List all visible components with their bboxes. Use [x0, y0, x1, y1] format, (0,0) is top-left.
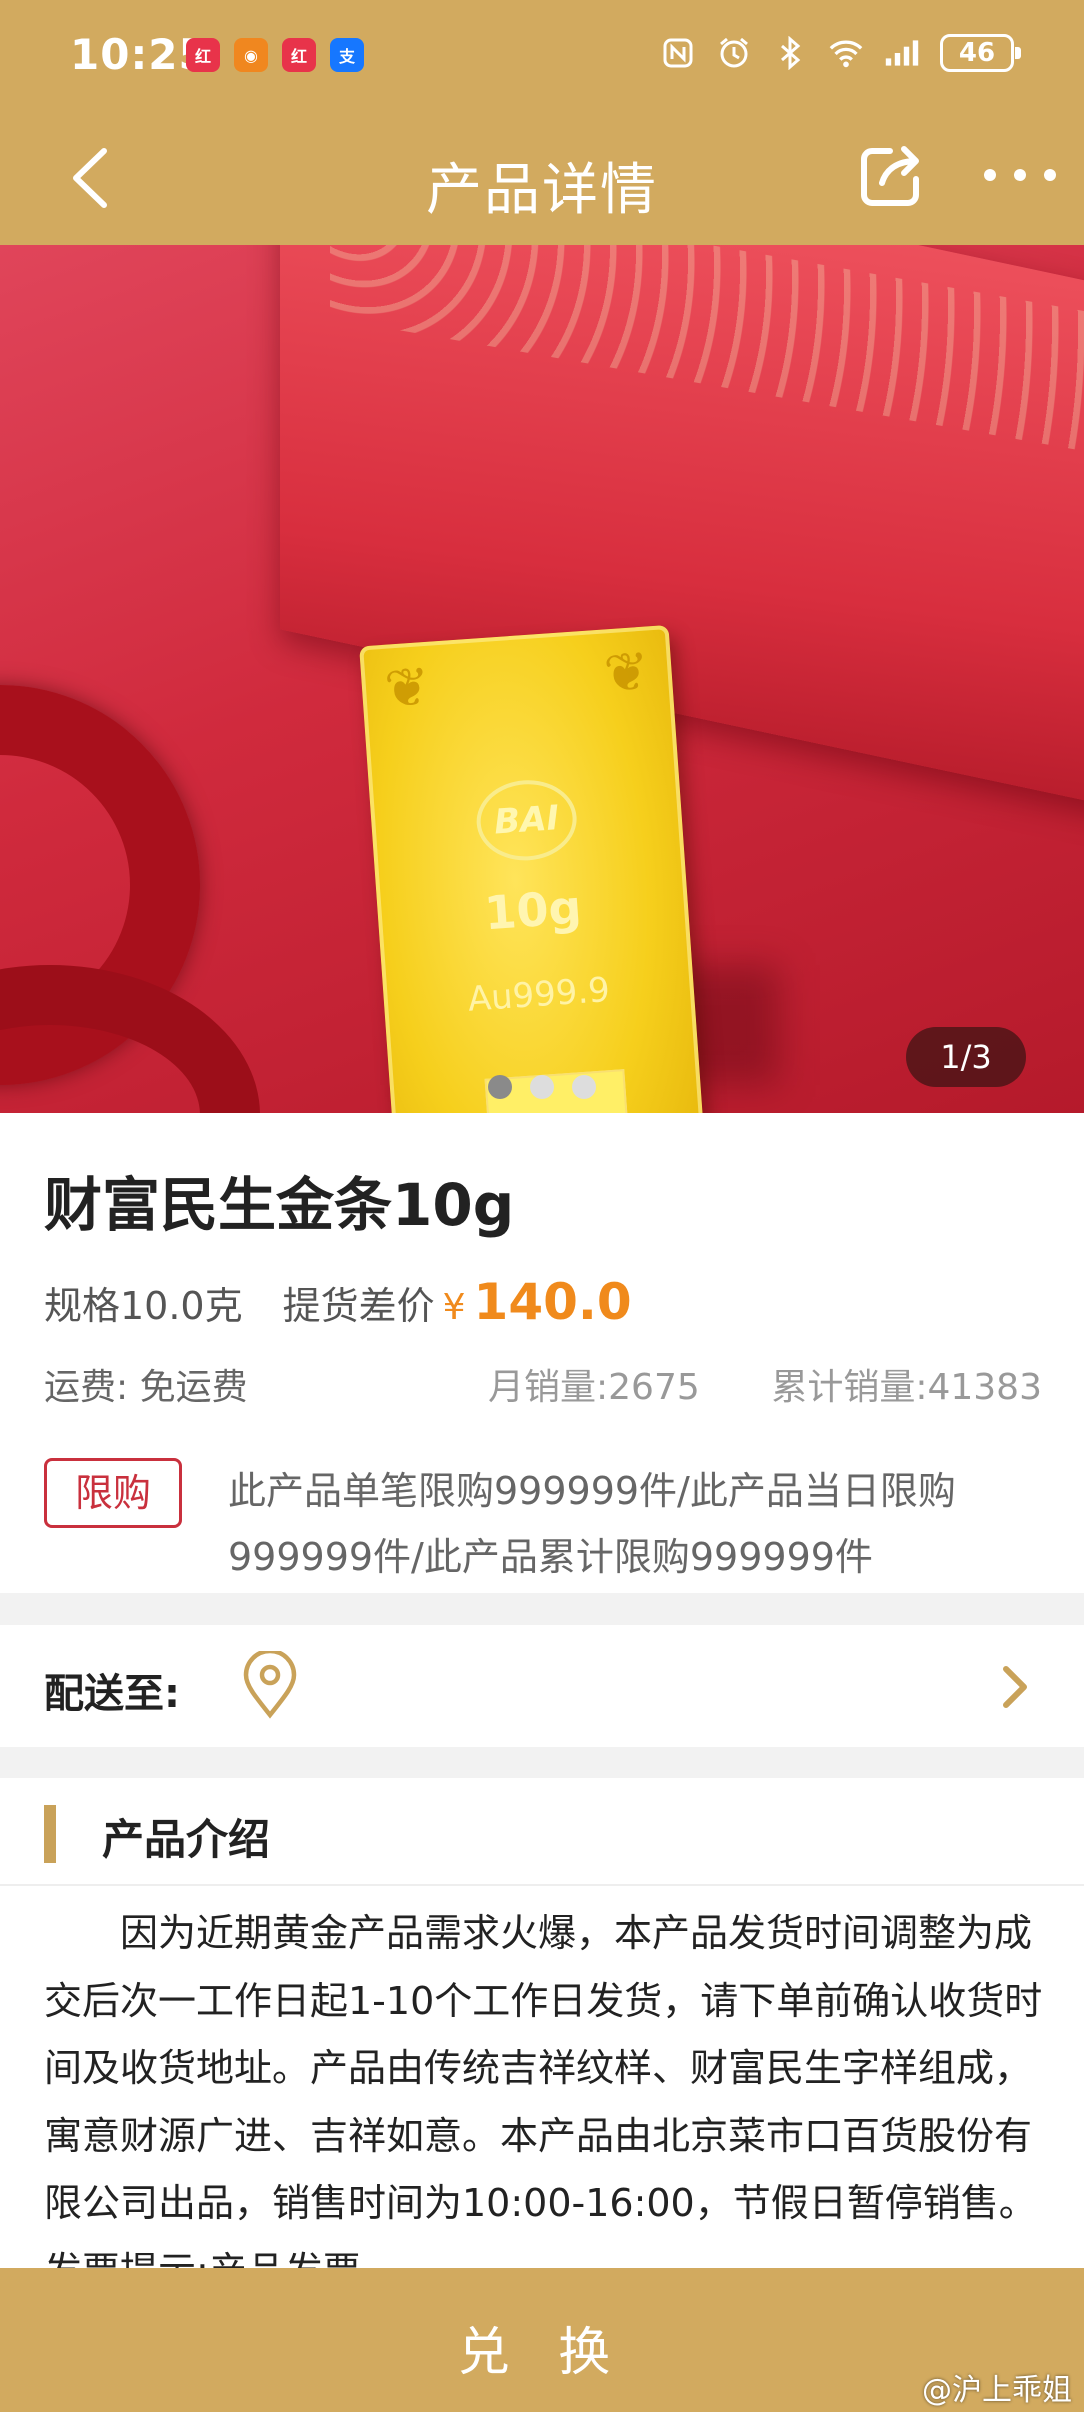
red-felt-decoration	[0, 965, 260, 1113]
more-button[interactable]	[980, 155, 1060, 195]
share-button[interactable]	[852, 139, 928, 215]
intro-body: 因为近期黄金产品需求火爆，本产品发货时间调整为成交后次一工作日起1-10个工作日…	[44, 1911, 1043, 2268]
delivery-label: 配送至:	[44, 1671, 180, 1717]
carousel-dots	[488, 1075, 596, 1099]
system-icons: 46	[660, 34, 1021, 72]
purchase-limit-text: 此产品单笔限购999999件/此产品当日限购999999件/此产品累计限购999…	[228, 1469, 956, 1579]
section-accent-bar	[44, 1805, 56, 1863]
carousel-dot[interactable]	[488, 1075, 512, 1099]
product-image-carousel[interactable]: ❦ ❦ ❦ ❦ BAI 10g Au999.9 1/3	[0, 245, 1084, 1113]
corner-ornament: ❦	[382, 654, 432, 721]
purchase-limit-badge: 限购	[44, 1458, 182, 1528]
more-icon	[984, 169, 1056, 181]
status-bar: 10:25 红 ◉ 红 支 46	[0, 0, 1084, 110]
nav-bar: 产品详情	[0, 115, 1084, 245]
chevron-right-icon	[996, 1663, 1032, 1711]
price-diff-label: 提货差价	[282, 1284, 435, 1328]
signal-icon	[884, 35, 920, 71]
delivery-address-row[interactable]: 配送至:	[0, 1625, 1084, 1747]
notification-apps: 红 ◉ 红 支	[186, 38, 364, 72]
bluetooth-icon	[772, 35, 808, 71]
bar-weight-text: 10g	[482, 879, 584, 941]
corner-ornament: ❦	[601, 639, 652, 706]
intro-title: 产品介绍	[102, 1815, 271, 1864]
intro-header: 产品介绍	[0, 1778, 1084, 1886]
xiaohongshu-app-icon: 红	[186, 38, 220, 72]
alarm-icon	[716, 35, 752, 71]
spec-price-line: 规格10.0克 提货差价 ¥ 140.0	[44, 1273, 632, 1331]
orange-app-icon: ◉	[234, 38, 268, 72]
alipay-icon: 支	[330, 38, 364, 72]
gold-bar-image: ❦ ❦ ❦ ❦ BAI 10g Au999.9	[359, 624, 711, 1113]
shipping-fee: 运费: 免运费	[44, 1367, 248, 1408]
product-info-card: 财富民生金条10g 规格10.0克 提货差价 ¥ 140.0 运费: 免运费 月…	[0, 1113, 1084, 1593]
image-counter: 1/3	[906, 1027, 1026, 1087]
battery-indicator: 46	[940, 34, 1021, 72]
wifi-icon	[828, 35, 864, 71]
bar-purity-text: Au999.9	[466, 969, 612, 1020]
location-pin-icon	[240, 1648, 300, 1721]
bar-logo: BAI	[473, 776, 580, 864]
product-intro-section: 产品介绍 因为近期黄金产品需求火爆，本产品发货时间调整为成交后次一工作日起1-1…	[0, 1778, 1084, 2268]
total-sales: 累计销量:41383	[771, 1367, 1042, 1408]
product-spec: 规格10.0克	[44, 1284, 243, 1328]
currency-symbol: ¥	[442, 1287, 466, 1328]
top-bar: 10:25 红 ◉ 红 支 46 产品详情	[0, 0, 1084, 245]
share-icon	[861, 146, 919, 206]
carousel-dot[interactable]	[572, 1075, 596, 1099]
product-price: 140.0	[473, 1273, 632, 1331]
weibo-watermark: @沪上乖姐	[922, 2373, 1072, 2408]
nfc-icon	[660, 35, 696, 71]
carousel-dot[interactable]	[530, 1075, 554, 1099]
monthly-sales: 月销量:2675	[488, 1367, 700, 1408]
product-name: 财富民生金条10g	[44, 1171, 515, 1239]
xiaohongshu-app-icon: 红	[282, 38, 316, 72]
